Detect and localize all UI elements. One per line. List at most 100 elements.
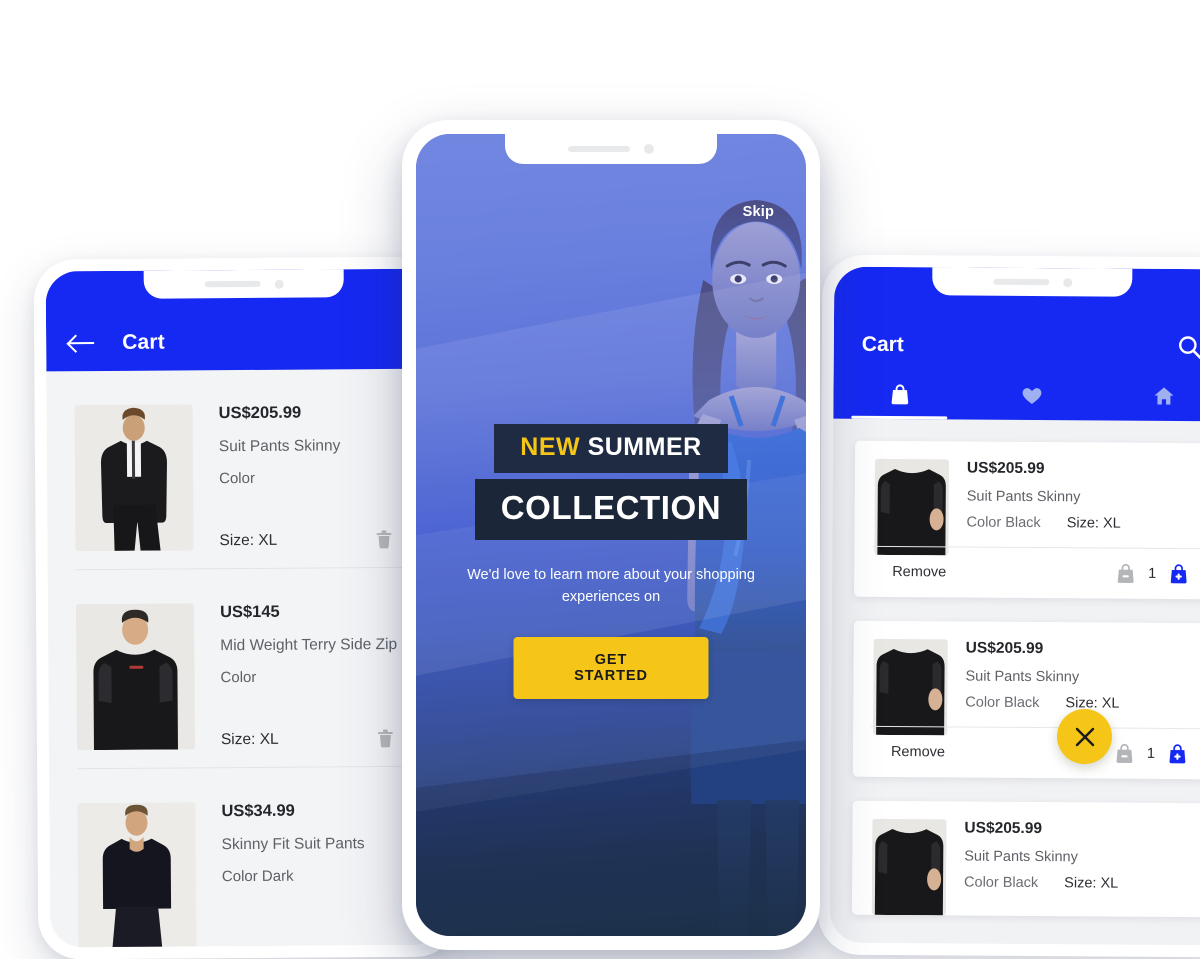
- cart-card[interactable]: US$205.99 Suit Pants Skinny Color Black …: [851, 800, 1200, 918]
- front-camera-icon: [1062, 277, 1072, 287]
- onboarding-subtitle: We'd love to learn more about your shopp…: [467, 567, 755, 606]
- arrow-left-icon[interactable]: [68, 332, 96, 354]
- quantity-controls[interactable]: 1: [1115, 743, 1187, 765]
- cart-card[interactable]: US$205.99 Suit Pants Skinny Color Black …: [854, 440, 1200, 600]
- close-fab-button[interactable]: [1057, 709, 1112, 764]
- remove-button[interactable]: Remove: [892, 564, 946, 580]
- search-icon[interactable]: [1177, 334, 1200, 361]
- product-price: US$205.99: [966, 459, 1045, 478]
- product-name: Mid Weight Terry Side Zip: [220, 635, 398, 655]
- speaker-grille: [568, 146, 630, 152]
- center-notch: [505, 134, 717, 164]
- product-size: Size: XL: [1065, 695, 1120, 712]
- cart-item-row[interactable]: US$34.99 Skinny Fit Suit Pants Color Dar…: [77, 767, 418, 948]
- center-screen: Skip NEW SUMMER COLLECTION We'd love to …: [416, 134, 806, 936]
- product-color: Color Black: [965, 694, 1040, 712]
- left-appbar-row: Cart: [46, 313, 442, 372]
- quantity-value: 1: [1146, 745, 1156, 762]
- bag-plus-icon[interactable]: [1168, 744, 1187, 764]
- product-price: US$205.99: [965, 639, 1044, 658]
- product-color: Color Black: [966, 514, 1041, 532]
- product-price: US$34.99: [221, 801, 295, 821]
- remove-button[interactable]: Remove: [891, 744, 945, 760]
- front-camera-icon: [644, 144, 654, 154]
- product-color: Color: [220, 668, 257, 687]
- onboarding-content: Skip NEW SUMMER COLLECTION We'd love to …: [416, 134, 806, 936]
- onboarding-headline: NEW SUMMER COLLECTION: [416, 424, 806, 540]
- product-color: Color Dark: [221, 867, 294, 886]
- cart-item-footer: Size: XL 1: [221, 711, 417, 749]
- left-cart-list: US$205.99 Suit Pants Skinny Color Size: …: [46, 368, 447, 948]
- tab-favorites[interactable]: [965, 370, 1097, 421]
- speaker-grille: [204, 280, 261, 288]
- tab-bag[interactable]: [833, 369, 965, 420]
- phone-center-onboarding: Skip NEW SUMMER COLLECTION We'd love to …: [402, 120, 820, 950]
- product-price: US$205.99: [964, 819, 1043, 838]
- left-appbar-title: Cart: [122, 330, 166, 354]
- cart-card[interactable]: US$205.99 Suit Pants Skinny Color Black …: [852, 620, 1200, 780]
- front-camera-icon: [274, 279, 284, 289]
- product-thumbnail: [873, 638, 948, 736]
- product-thumbnail: [77, 802, 197, 948]
- headline-rest-word: SUMMER: [580, 433, 702, 461]
- headline-collection-word: COLLECTION: [500, 489, 722, 526]
- bag-minus-icon[interactable]: [1116, 563, 1135, 584]
- product-name: Suit Pants Skinny: [965, 668, 1080, 686]
- close-icon: [1075, 727, 1094, 746]
- product-color: Color Black: [964, 874, 1039, 892]
- product-size: Size: XL: [220, 730, 279, 748]
- right-card-list: US$205.99 Suit Pants Skinny Color Black …: [830, 419, 1200, 946]
- speaker-grille: [992, 278, 1049, 286]
- headline-line-1: NEW SUMMER: [494, 424, 728, 473]
- product-thumbnail: [871, 818, 947, 916]
- headline-highlight-word: NEW: [520, 433, 581, 461]
- cart-item-info: US$205.99 Suit Pants Skinny Color Size: …: [219, 403, 416, 550]
- quantity-value: 1: [1148, 565, 1157, 582]
- left-notch: [143, 269, 344, 299]
- cart-card-body: US$205.99 Suit Pants Skinny Color Black …: [964, 820, 1185, 918]
- product-name: Skinny Fit Suit Pants: [221, 835, 365, 854]
- cart-item-info: US$145 Mid Weight Terry Side Zip Color S…: [220, 602, 417, 749]
- skip-button[interactable]: Skip: [743, 204, 774, 220]
- right-appbar-row: Cart: [834, 319, 1200, 374]
- product-name: Suit Pants Skinny: [218, 437, 341, 456]
- bag-icon: [891, 383, 908, 404]
- get-started-button[interactable]: GET STARTED: [513, 637, 709, 699]
- product-name: Suit Pants Skinny: [964, 848, 1078, 866]
- heart-icon: [1022, 387, 1041, 404]
- left-screen: Cart US$205.99 Suit Pants Skinny Color S…: [45, 268, 447, 948]
- phone-left-cart-list: Cart US$205.99 Suit Pants Skinny Color S…: [33, 256, 459, 959]
- right-tabbar: [833, 369, 1200, 422]
- product-thumbnail: [874, 458, 950, 556]
- appbar-spacer: [904, 345, 1177, 347]
- headline-line-2: COLLECTION: [474, 479, 748, 540]
- product-meta: Color Black Size: XL: [964, 875, 1184, 893]
- cart-item-info: US$34.99 Skinny Fit Suit Pants Color Dar…: [221, 801, 418, 948]
- cart-item-row[interactable]: US$145 Mid Weight Terry Side Zip Color S…: [75, 567, 418, 770]
- right-appbar-title: Cart: [861, 332, 904, 357]
- right-screen: Cart US$205.99 Suit Pants Skinny Color B…: [829, 266, 1200, 946]
- bag-plus-icon[interactable]: [1169, 564, 1188, 584]
- bag-minus-icon[interactable]: [1115, 743, 1134, 764]
- quantity-controls[interactable]: 1: [1116, 563, 1188, 585]
- trash-icon[interactable]: [376, 530, 393, 549]
- home-icon: [1153, 387, 1173, 405]
- product-thumbnail: [74, 404, 194, 552]
- cart-item-row[interactable]: US$205.99 Suit Pants Skinny Color Size: …: [74, 368, 416, 571]
- cart-card-footer: Remove 1: [870, 725, 1200, 780]
- phone-right-cart-cards: Cart US$205.99 Suit Pants Skinny Color B…: [817, 254, 1200, 958]
- tab-home[interactable]: [1097, 370, 1200, 421]
- product-size: Size: XL: [219, 531, 278, 549]
- product-color: Color: [219, 469, 256, 488]
- product-thumbnail: [75, 603, 195, 751]
- product-meta: Color Black Size: XL: [967, 515, 1187, 533]
- trash-icon[interactable]: [377, 729, 394, 748]
- product-price: US$145: [219, 602, 280, 622]
- cart-card-footer: Remove 1: [872, 545, 1200, 600]
- product-size: Size: XL: [1066, 515, 1121, 532]
- product-name: Suit Pants Skinny: [966, 488, 1081, 506]
- mockup-stage: Cart US$205.99 Suit Pants Skinny Color S…: [0, 0, 1200, 959]
- product-price: US$205.99: [218, 403, 302, 423]
- cart-card-body: US$205.99 Suit Pants Skinny Color Black …: [872, 459, 1200, 600]
- cart-item-footer: Size: XL 1: [219, 512, 415, 550]
